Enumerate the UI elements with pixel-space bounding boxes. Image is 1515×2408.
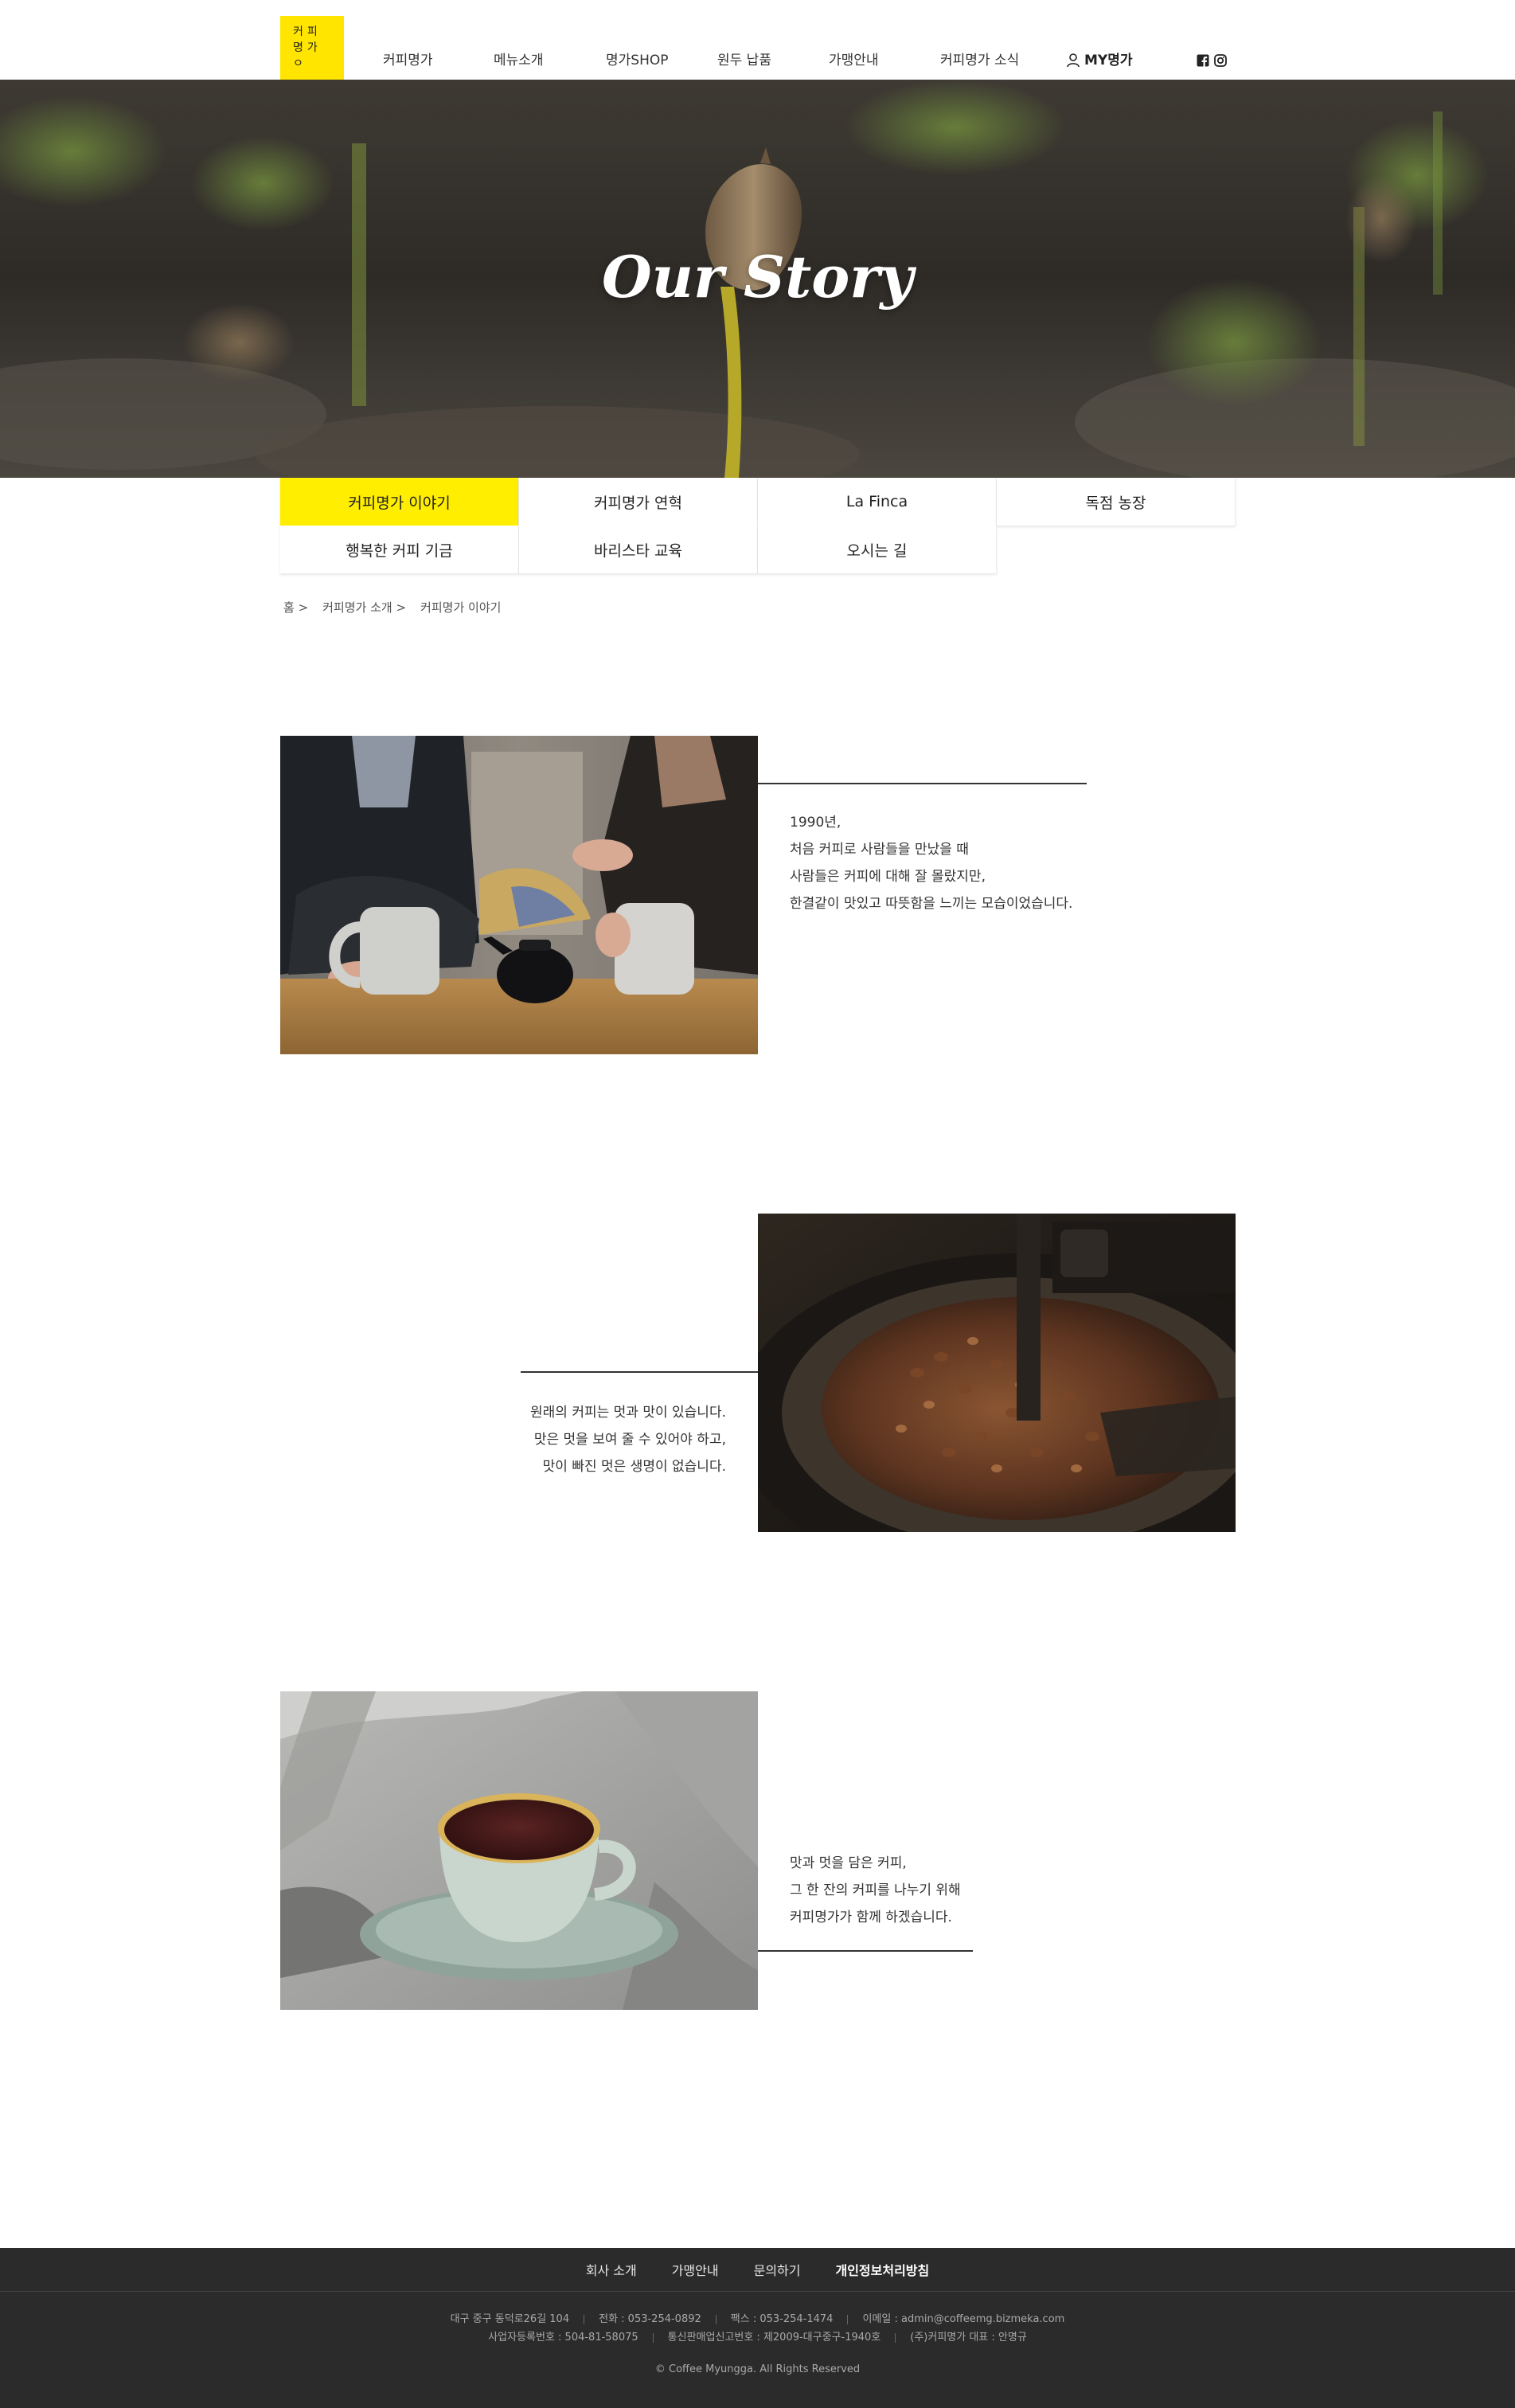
social-links — [1197, 54, 1227, 67]
footer-copyright: © Coffee Myungga. All Rights Reserved — [654, 2363, 861, 2375]
nav-item-shop[interactable]: 명가SHOP — [606, 53, 669, 68]
tab-barista-education[interactable]: 바리스타 교육 — [519, 526, 758, 573]
story-line: 커피명가가 함께 하겠습니다. — [790, 1910, 952, 1925]
story-line: 맛과 멋을 담은 커피, — [790, 1855, 907, 1871]
story-image-teacup-blanket — [280, 1691, 758, 2010]
footer-phone: 전화 : 053-254-0892 — [599, 2313, 701, 2325]
footer-info-row-1: 대구 중구 동덕로26길 104 전화 : 053-254-0892 팩스 : 05… — [0, 2310, 1515, 2325]
story-divider-line — [758, 1950, 973, 1952]
my-menu-label: MY명가 — [1084, 53, 1133, 68]
logo-line: 커피 — [293, 25, 322, 38]
sub-tab-menu: 커피명가 이야기 커피명가 연혁 La Finca 독점 농장 행복한 커피 기… — [280, 478, 1236, 573]
footer-link-inquiry[interactable]: 문의하기 — [754, 2260, 801, 2279]
nav-item-news[interactable]: 커피명가 소식 — [940, 53, 1019, 68]
story-text-3: 맛과 멋을 담은 커피, 그 한 잔의 커피를 나누기 위해 커피명가가 함께 … — [790, 1850, 961, 1931]
site-footer: 회사 소개 가맹안내 문의하기 개인정보처리방침 대구 중구 동덕로26길 10… — [0, 2248, 1515, 2408]
tab-directions[interactable]: 오시는 길 — [758, 526, 997, 573]
footer-email: 이메일 : admin@coffeemg.bizmeka.com — [862, 2313, 1065, 2325]
story-divider-line — [521, 1371, 758, 1373]
footer-link-company[interactable]: 회사 소개 — [586, 2260, 637, 2279]
footer-ceo: (주)커피명가 대표 : 안명규 — [910, 2332, 1027, 2344]
tab-exclusive-farm[interactable]: 독점 농장 — [997, 478, 1236, 526]
story-line: 처음 커피로 사람들을 만났을 때 — [790, 842, 969, 858]
story-image-couple-cups — [280, 736, 758, 1054]
nav-item-franchise[interactable]: 가맹안내 — [829, 53, 879, 68]
facebook-icon[interactable] — [1197, 54, 1209, 67]
breadcrumb-about[interactable]: 커피명가 소개 > — [322, 599, 406, 616]
hero-banner: Our Story — [0, 80, 1515, 478]
my-menu-link[interactable]: MY명가 — [1067, 53, 1133, 68]
story-text-2: 원래의 커피는 멋과 맛이 있습니다. 맛은 멋을 보여 줄 수 있어야 하고,… — [487, 1399, 726, 1480]
footer-sales-registration: 통신판매업신고번호 : 제2009-대구중구-1940호 — [667, 2332, 881, 2344]
story-image-coffee-roaster — [758, 1214, 1236, 1532]
tab-story[interactable]: 커피명가 이야기 — [280, 478, 519, 526]
story-text-1: 1990년, 처음 커피로 사람들을 만났을 때 사람들은 커피에 대해 잘 몰… — [790, 809, 1072, 917]
story-line: 그 한 잔의 커피를 나누기 위해 — [790, 1882, 961, 1898]
story-line: 사람들은 커피에 대해 잘 몰랐지만, — [790, 869, 986, 885]
logo[interactable]: 커피 명가 ㅇ — [280, 16, 344, 80]
hero-title: Our Story — [601, 243, 914, 311]
user-icon — [1067, 53, 1080, 68]
instagram-icon[interactable] — [1214, 54, 1227, 67]
nav-item-bean-supply[interactable]: 원두 납품 — [717, 53, 771, 68]
logo-line: 명가 — [293, 41, 322, 54]
breadcrumb: 홈 > 커피명가 소개 > 커피명가 이야기 — [283, 599, 501, 616]
footer-business-number: 사업자등록번호 : 504-81-58075 — [488, 2332, 638, 2344]
tab-la-finca[interactable]: La Finca — [758, 478, 997, 526]
nav-item-menu[interactable]: 메뉴소개 — [494, 53, 544, 68]
story-divider-line — [758, 783, 1087, 784]
footer-link-franchise[interactable]: 가맹안내 — [672, 2260, 719, 2279]
story-line: 1990년, — [790, 815, 841, 831]
footer-info-row-2: 사업자등록번호 : 504-81-58075 통신판매업신고번호 : 제2009-… — [0, 2328, 1515, 2344]
tab-happy-coffee-fund[interactable]: 행복한 커피 기금 — [280, 526, 519, 573]
footer-fax: 팩스 : 053-254-1474 — [730, 2313, 834, 2325]
story-line: 맛이 빠진 멋은 생명이 없습니다. — [542, 1459, 726, 1475]
footer-link-privacy[interactable]: 개인정보처리방침 — [835, 2260, 929, 2279]
breadcrumb-current: 커피명가 이야기 — [420, 600, 502, 615]
footer-links: 회사 소개 가맹안내 문의하기 개인정보처리방침 — [0, 2248, 1515, 2292]
site-header: 커피 명가 ㅇ 커피명가 메뉴소개 명가SHOP 원두 납품 가맹안내 커피명가… — [0, 0, 1515, 80]
tab-history[interactable]: 커피명가 연혁 — [519, 478, 758, 526]
breadcrumb-home[interactable]: 홈 > — [283, 599, 308, 616]
story-line: 원래의 커피는 멋과 맛이 있습니다. — [530, 1405, 726, 1421]
nav-item-coffee-myungga[interactable]: 커피명가 — [383, 53, 433, 68]
footer-address: 대구 중구 동덕로26길 104 — [450, 2313, 570, 2325]
story-line: 맛은 멋을 보여 줄 수 있어야 하고, — [533, 1432, 726, 1448]
story-line: 한결같이 맛있고 따뜻함을 느끼는 모습이었습니다. — [790, 896, 1073, 912]
logo-line: ㅇ — [293, 57, 307, 70]
